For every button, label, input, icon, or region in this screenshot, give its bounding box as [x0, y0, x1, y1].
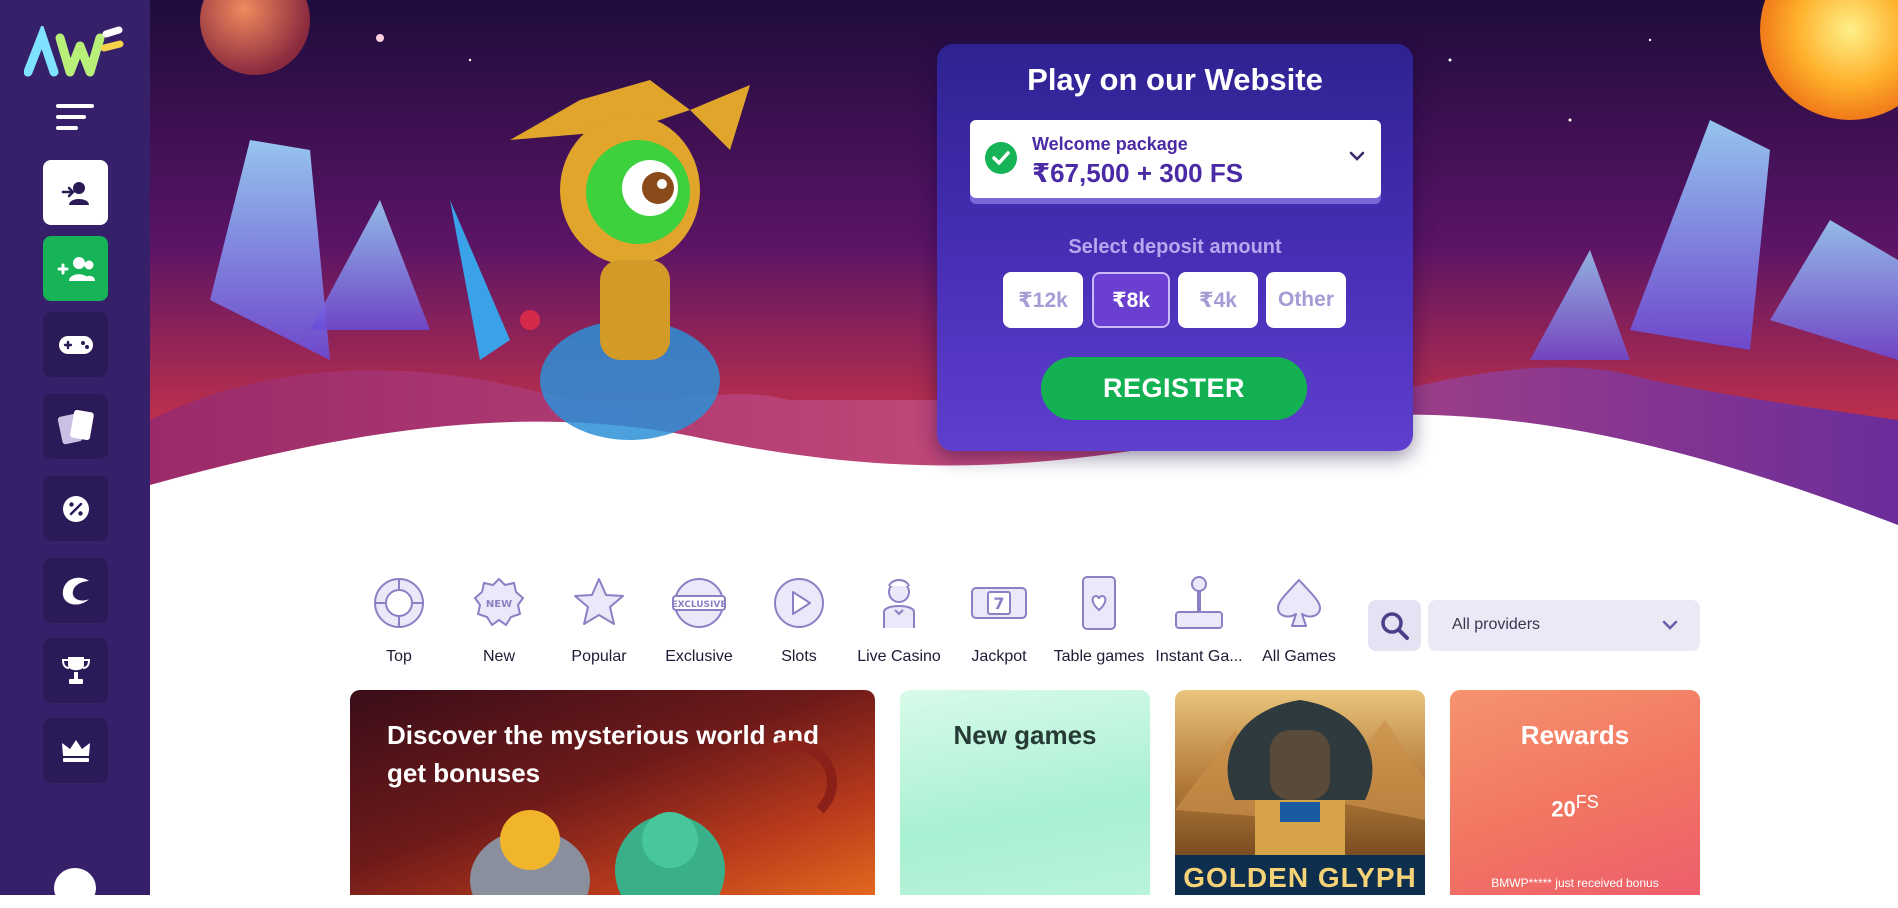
spade-icon: [1277, 579, 1321, 627]
rewards-fs-number: 20: [1551, 796, 1576, 822]
games-nav-button[interactable]: [43, 312, 108, 377]
category-label: All Games: [1262, 648, 1336, 665]
search-icon: [1380, 611, 1409, 640]
category-all-games[interactable]: All Games: [1249, 574, 1349, 666]
register-button[interactable]: REGISTER: [1041, 357, 1307, 420]
providers-dropdown[interactable]: All providers: [1428, 600, 1700, 651]
tournaments-nav-button[interactable]: [43, 638, 108, 703]
promo-tile-title: New games: [953, 720, 1097, 750]
deposit-amount-4k[interactable]: ₹4k: [1178, 272, 1258, 328]
sidebar: [0, 0, 150, 908]
category-label: New: [482, 648, 515, 665]
category-top[interactable]: Top: [349, 574, 449, 666]
login-user-icon: [61, 181, 89, 205]
category-new[interactable]: NEW New: [449, 574, 549, 666]
promo-characters-art: [470, 740, 837, 895]
deposit-amount-label: Select deposit amount: [1068, 236, 1282, 258]
check-circle-icon: [985, 142, 1017, 174]
deposit-amount-8k[interactable]: ₹8k: [1092, 272, 1170, 328]
category-exclusive[interactable]: EXCLUSIVE Exclusive: [649, 574, 749, 666]
category-label: Jackpot: [971, 648, 1027, 665]
login-button[interactable]: [43, 160, 108, 225]
promo-tile-rewards[interactable]: Rewards 20FS BMWP***** just received bon…: [1450, 690, 1700, 895]
top-icon: [374, 578, 424, 628]
game-tile-golden-glyph[interactable]: GOLDEN GLYPH: [1175, 690, 1425, 895]
category-label: Popular: [571, 648, 627, 665]
chat-support-icon[interactable]: [54, 868, 96, 908]
vip-nav-button[interactable]: [43, 718, 108, 783]
search-button[interactable]: [1368, 600, 1421, 651]
category-label: Slots: [781, 648, 817, 665]
category-instant-games[interactable]: Instant Ga...: [1149, 574, 1249, 666]
hamburger-menu-icon[interactable]: [54, 100, 96, 136]
hero-banner: Play on our Website Welcome package ₹67,…: [150, 0, 1898, 540]
promo-badge-icon: [62, 495, 89, 522]
chevron-down-icon: [1349, 151, 1365, 161]
rewards-fs-amount: 20FS: [1450, 792, 1700, 822]
category-label: Exclusive: [665, 648, 733, 665]
crescent-nav-button[interactable]: [43, 558, 108, 623]
add-users-icon: [57, 256, 95, 281]
crown-icon: [61, 739, 90, 762]
category-live-casino[interactable]: Live Casino: [849, 574, 949, 666]
category-table-games[interactable]: Table games: [1049, 574, 1149, 666]
promo-tile-title: Rewards: [1520, 720, 1630, 750]
svg-text:7: 7: [993, 594, 1004, 613]
slots-icon: [774, 578, 824, 628]
live-dealer-icon: [883, 579, 915, 628]
site-logo[interactable]: [23, 22, 124, 78]
table-games-icon: [1082, 576, 1116, 630]
category-label: Table games: [1053, 648, 1145, 665]
chevron-down-icon: [1662, 620, 1678, 630]
promotions-nav-button[interactable]: [43, 476, 108, 541]
cards-icon: [57, 409, 94, 444]
crescent-icon: [62, 577, 89, 605]
providers-label: All providers: [1452, 616, 1541, 633]
category-slots[interactable]: Slots: [749, 574, 849, 666]
category-label: Instant Ga...: [1155, 648, 1243, 665]
gamepad-icon: [58, 335, 93, 354]
new-icon: NEW: [473, 577, 525, 627]
welcome-package-value: ₹67,500 + 300 FS: [1032, 158, 1244, 188]
category-jackpot[interactable]: 7 Jackpot: [949, 574, 1049, 666]
cards-nav-button[interactable]: [43, 394, 108, 459]
signup-title: Play on our Website: [1027, 62, 1323, 97]
welcome-package-label: Welcome package: [1032, 134, 1188, 154]
category-popular[interactable]: Popular: [549, 574, 649, 666]
register-side-button[interactable]: [43, 236, 108, 301]
signup-card: Play on our Website Welcome package ₹67,…: [937, 44, 1413, 451]
jackpot-icon: 7: [971, 587, 1027, 619]
deposit-amount-12k[interactable]: ₹12k: [1003, 272, 1083, 328]
joystick-icon: [1175, 576, 1223, 629]
exclusive-icon: EXCLUSIVE: [671, 578, 727, 628]
promo-tile-new-games[interactable]: New games: [900, 690, 1150, 895]
rewards-fs-unit: FS: [1575, 792, 1599, 812]
deposit-amount-other[interactable]: Other: [1266, 272, 1346, 328]
promo-tile-adventure[interactable]: Discover the mysterious world and get bo…: [350, 690, 875, 895]
star-icon: [574, 578, 624, 625]
welcome-package-select[interactable]: Welcome package ₹67,500 + 300 FS: [970, 120, 1381, 198]
svg-text:NEW: NEW: [486, 599, 512, 610]
rewards-ticker-text: BMWP***** just received bonus: [1491, 876, 1659, 890]
svg-text:EXCLUSIVE: EXCLUSIVE: [671, 600, 726, 610]
category-label: Live Casino: [857, 648, 941, 665]
game-title-logo: GOLDEN GLYPH: [1175, 855, 1425, 895]
trophy-icon: [61, 656, 90, 684]
category-label: Top: [386, 648, 412, 665]
